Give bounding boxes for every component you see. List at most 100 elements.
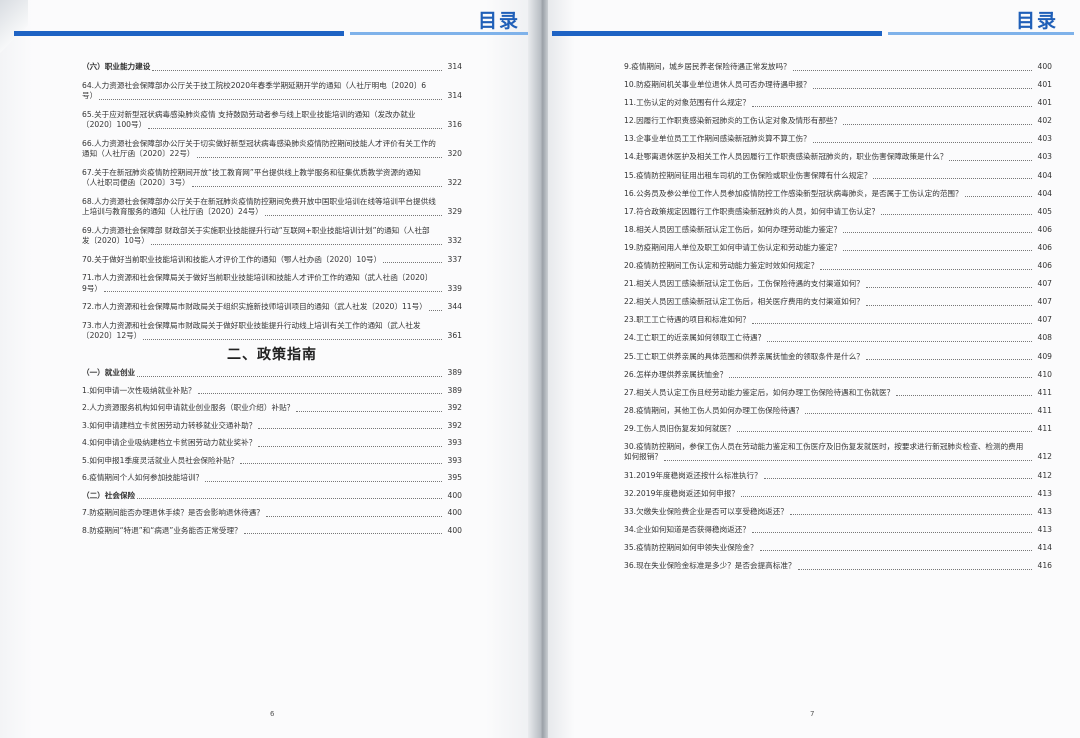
toc-entry[interactable]: 4.如何申请企业吸纳建档立卡贫困劳动力就业奖补？ 393 (82, 438, 462, 449)
toc-leader-dots (258, 445, 442, 447)
toc-leader-dots (949, 159, 1032, 161)
toc-entry-page: 392 (447, 420, 463, 430)
toc-entry-title: 72.市人力资源和社会保障局市财政局关于组织实施新技师培训项目的通知（武人社发〔… (82, 302, 427, 311)
toc-entry-page: 314 (447, 62, 463, 71)
toc-leader-dots (767, 340, 1032, 342)
toc-entry[interactable]: 1.如何申请一次性吸纳就业补贴？ 389 (82, 386, 462, 397)
toc-leader-dots (240, 463, 442, 464)
toc-entry[interactable]: 24.工亡职工的近亲属如何领取工亡待遇？ 408 (624, 333, 1052, 344)
toc-entry-title: 16.公务员及参公单位工作人员参加疫情防控工作感染新型冠状病毒肺炎，是否属于工伤… (624, 188, 963, 198)
toc-entry[interactable]: 26.怎样办理供养亲属抚恤金？ 410 (624, 370, 1052, 381)
toc-entry[interactable]: 5.如何申报1季度灵活就业人员社会保险补贴？ 393 (82, 456, 462, 467)
toc-entry[interactable]: （二）社会保险 400 (82, 491, 462, 502)
toc-entry[interactable]: 32.2019年度稳岗返还如何申报？ 413 (624, 489, 1052, 500)
left-toc: （六）职业能力建设 314 64.人力资源社会保障部办公厅关于技工院校2020年春季… (82, 62, 462, 543)
toc-entry[interactable]: 72.市人力资源和社会保障局市财政局关于组织实施新技师培训项目的通知（武人社发〔… (82, 302, 462, 313)
toc-entry[interactable]: 35.疫情防控期间如何申领失业保险金？ 414 (624, 543, 1052, 554)
toc-entry-page: 400 (447, 525, 463, 535)
toc-entry-page: 395 (447, 473, 463, 482)
toc-entry[interactable]: 19.防疫期间用人单位及职工如何申请工伤认定和劳动能力鉴定？ 406 (624, 243, 1052, 254)
book-spread: 目录 （六）职业能力建设 314 64.人力资源社会保障部办公厅关于技工院校2020… (0, 0, 1080, 738)
toc-entry-title: （二）社会保险 (82, 490, 136, 500)
toc-entry[interactable]: 31.2019年度稳岗返还按什么标准执行？ 412 (624, 471, 1052, 482)
toc-entry[interactable]: （一）就业创业 389 (82, 368, 462, 379)
toc-entry-page: 405 (1037, 206, 1053, 216)
toc-entry-title: 27.相关人员认定工伤且经劳动能力鉴定后，如何办理工伤保险待遇和工伤就医？ (624, 387, 895, 397)
toc-entry-page: 329 (447, 207, 463, 216)
toc-leader-dots (143, 338, 442, 340)
left-header-bar (0, 30, 540, 38)
toc-leader-dots (789, 514, 1032, 516)
toc-entry[interactable]: 29.工伤人员旧伤复发如何就医？ 411 (624, 424, 1052, 435)
toc-entry[interactable]: 67.关于在新冠肺炎疫情防控期间开放“技工教育网”平台提供线上教学服务和征集优质… (82, 168, 462, 189)
toc-entry-page: 320 (447, 149, 463, 158)
toc-entry[interactable]: 12.因履行工作职责感染新冠肺炎的工伤认定对象及情形有那些？ 402 (624, 116, 1052, 127)
toc-entry-title: 33.欠缴失业保险费企业是否可以享受稳岗返还？ (624, 506, 788, 516)
toc-entry-title: 18.相关人员因工感染新冠认定工伤后，如何办理劳动能力鉴定？ (624, 224, 842, 234)
toc-entry[interactable]: 36.现在失业保险金标准是多少？是否会提高标准？ 416 (624, 561, 1052, 572)
left-bottom-entries: （一）就业创业 389 1.如何申请一次性吸纳就业补贴？ 389 2.人力资源服务机构如… (82, 368, 462, 536)
toc-entry-page: 402 (1037, 116, 1053, 126)
toc-entry-title: 26.怎样办理供养亲属抚恤金？ (624, 369, 728, 379)
toc-entry[interactable]: 2.人力资源服务机构如何申请就业创业服务（职业介绍）补贴？ 392 (82, 403, 462, 414)
toc-leader-dots (812, 141, 1032, 143)
toc-entry-page: 406 (1037, 224, 1053, 234)
toc-leader-dots (896, 395, 1032, 397)
toc-entry[interactable]: 64.人力资源社会保障部办公厅关于技工院校2020年春季学期延期开学的通知（人社… (82, 81, 462, 102)
toc-entry[interactable]: 13.企事业单位员工工作期间感染新冠肺炎算不算工伤？ 403 (624, 134, 1052, 145)
toc-entry-page: 393 (447, 455, 463, 465)
toc-entry[interactable]: 34.企业如何知道是否获得稳岗返还？ 413 (624, 525, 1052, 536)
toc-entry-title: 23.职工工亡待遇的项目和标准如何？ (624, 315, 750, 325)
toc-entry[interactable]: 71.市人力资源和社会保障局关于做好当前职业技能培训和技能人才评价工作的通知（武… (82, 273, 462, 294)
toc-entry[interactable]: 16.公务员及参公单位工作人员参加疫情防控工作感染新型冠状病毒肺炎，是否属于工伤… (624, 189, 1052, 200)
toc-entry[interactable]: 30.疫情防控期间，参保工伤人员在劳动能力鉴定和工伤医疗及旧伤复发就医时，按要求… (624, 442, 1052, 463)
toc-entry[interactable]: 33.欠缴失业保险费企业是否可以享受稳岗返还？ 413 (624, 507, 1052, 518)
toc-entry[interactable]: 27.相关人员认定工伤且经劳动能力鉴定后，如何办理工伤保险待遇和工伤就医？ 411 (624, 388, 1052, 399)
toc-entry-title: 11.工伤认定的对象范围有什么规定？ (624, 98, 750, 108)
toc-entry[interactable]: 9.疫情期间，城乡居民养老保险待遇正常发放吗？ 400 (624, 62, 1052, 73)
right-page: 目录 9.疫情期间，城乡居民养老保险待遇正常发放吗？ 400 10.防疫期间机关事业… (548, 0, 1080, 738)
toc-entry[interactable]: 28.疫情期间，其他工伤人员如何办理工伤保险待遇？ 411 (624, 406, 1052, 417)
toc-entry[interactable]: 3.如何申请建档立卡贫困劳动力转移就业交通补助？ 392 (82, 421, 462, 432)
toc-entry-page: 401 (1037, 98, 1053, 108)
toc-entry[interactable]: 14.赴鄂离退休医护及相关工作人员因履行工作职责感染新冠肺炎的，职业伤害保障政策… (624, 152, 1052, 163)
toc-entry[interactable]: 25.工亡职工供养亲属的具体范围和供养亲属抚恤金的领取条件是什么？ 409 (624, 352, 1052, 363)
toc-leader-dots (865, 359, 1032, 360)
toc-entry-page: 411 (1037, 405, 1053, 415)
toc-entry[interactable]: 66.人力资源社会保障部办公厅关于切实做好新型冠状病毒感染肺炎疫情防控期间技能人… (82, 139, 462, 160)
toc-entry[interactable]: 6.疫情期间个人如何参加技能培训？ 395 (82, 473, 462, 484)
toc-entry-title: 21.相关人员因工感染新冠认定工伤后，工伤保险待遇的支付渠道如何？ (624, 279, 864, 289)
toc-entry-title: 5.如何申报1季度灵活就业人员社会保险补贴？ (82, 455, 239, 465)
toc-entry-title: 20.疫情防控期间工伤认定和劳动能力鉴定时效如何规定？ (624, 261, 819, 271)
toc-entry[interactable]: 65.关于应对新型冠状病毒感染肺炎疫情 支持鼓励劳动者参与线上职业技能培训的通知… (82, 110, 462, 131)
toc-entry[interactable]: 17.符合政策规定因履行工作职责感染新冠肺炎的人员，如何申请工伤认定？ 405 (624, 207, 1052, 218)
toc-entry[interactable]: 7.防疫期间能否办理退休手续？是否会影响退休待遇？ 400 (82, 508, 462, 519)
toc-entry[interactable]: 21.相关人员因工感染新冠认定工伤后，工伤保险待遇的支付渠道如何？ 407 (624, 279, 1052, 290)
toc-entry[interactable]: 10.防疫期间机关事业单位退休人员可否办理待遇申报？ 401 (624, 80, 1052, 91)
toc-leader-dots (740, 496, 1032, 498)
toc-entry-title: 12.因履行工作职责感染新冠肺炎的工伤认定对象及情形有那些？ (624, 116, 842, 126)
toc-entry[interactable]: 15.疫情防控期间征用出租车司机的工伤保险或职业伤害保障有什么规定？ 404 (624, 171, 1052, 182)
toc-leader-dots (729, 377, 1032, 379)
toc-entry-title: 9.疫情期间，城乡居民养老保险待遇正常发放吗？ (624, 62, 791, 71)
toc-entry[interactable]: 69.人力资源社会保障部 财政部关于实施职业技能提升行动“互联网+职业技能培训计… (82, 226, 462, 247)
toc-entry-title: 8.防疫期间“特退”和“病退”业务能否正常受理？ (82, 525, 242, 535)
toc-entry-page: 400 (447, 508, 463, 517)
toc-entry-title: 28.疫情期间，其他工伤人员如何办理工伤保险待遇？ (624, 405, 804, 415)
toc-leader-dots (763, 478, 1032, 480)
toc-entry[interactable]: 73.市人力资源和社会保障局市财政局关于做好职业技能提升行动线上培训有关工作的通… (82, 321, 462, 342)
toc-entry[interactable]: 20.疫情防控期间工伤认定和劳动能力鉴定时效如何规定？ 406 (624, 261, 1052, 272)
toc-leader-dots (150, 243, 442, 245)
toc-entry[interactable]: 68.人力资源社会保障部办公厅关于在新冠肺炎疫情防控期间免费开放中国职业培训在线… (82, 197, 462, 218)
toc-entry[interactable]: 18.相关人员因工感染新冠认定工伤后，如何办理劳动能力鉴定？ 406 (624, 225, 1052, 236)
toc-entry-page: 314 (447, 91, 463, 100)
toc-entry-title: 1.如何申请一次性吸纳就业补贴？ (82, 385, 196, 395)
toc-entry-title: 29.工伤人员旧伤复发如何就医？ (624, 423, 735, 433)
toc-entry[interactable]: 23.职工工亡待遇的项目和标准如何？ 407 (624, 315, 1052, 326)
toc-entry[interactable]: 11.工伤认定的对象范围有什么规定？ 401 (624, 98, 1052, 109)
toc-entry[interactable]: 8.防疫期间“特退”和“病退”业务能否正常受理？ 400 (82, 526, 462, 537)
toc-entry[interactable]: 70.关于做好当前职业技能培训和技能人才评价工作的通知（鄂人社办函〔2020〕1… (82, 255, 462, 266)
toc-entry[interactable]: 22.相关人员因工感染新冠认定工伤后，相关医疗费用的支付渠道如何？ 407 (624, 297, 1052, 308)
toc-entry-page: 411 (1037, 387, 1053, 397)
toc-entry[interactable]: （六）职业能力建设 314 (82, 62, 462, 73)
